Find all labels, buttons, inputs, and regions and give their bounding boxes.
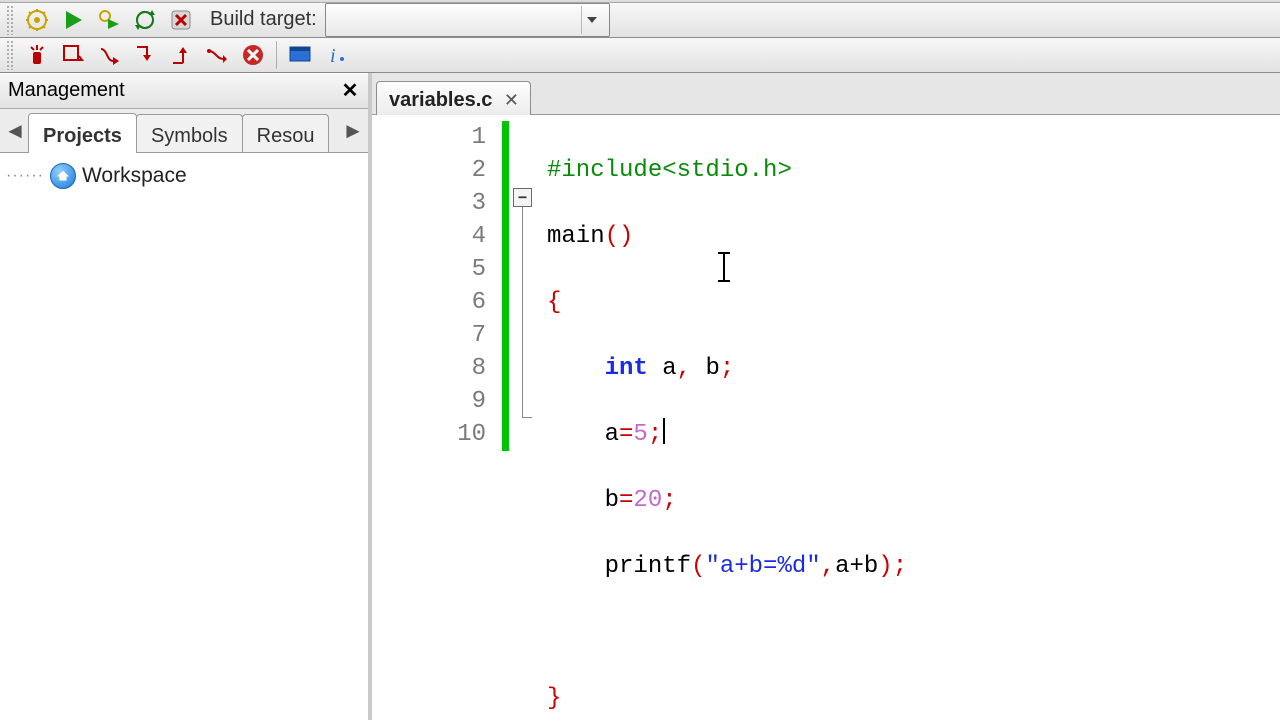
tok-eq: = bbox=[619, 421, 633, 448]
info-button[interactable]: i bbox=[319, 38, 353, 72]
fold-toggle[interactable]: − bbox=[513, 188, 532, 207]
tab-projects[interactable]: Projects bbox=[28, 113, 137, 153]
fold-guide-end bbox=[522, 417, 532, 418]
close-icon[interactable]: ✕ bbox=[338, 79, 362, 103]
step-out-button[interactable] bbox=[164, 38, 198, 72]
editor-tabstrip: variables.c ✕ bbox=[372, 73, 1280, 115]
tab-symbols[interactable]: Symbols bbox=[136, 114, 243, 152]
tab-projects-label: Projects bbox=[43, 125, 122, 148]
management-titlebar[interactable]: Management ✕ bbox=[0, 73, 368, 109]
close-icon[interactable]: ✕ bbox=[502, 91, 520, 109]
line-number: 4 bbox=[372, 220, 486, 253]
toolbar-separator bbox=[276, 41, 277, 69]
projects-tree[interactable]: ······ Workspace bbox=[0, 153, 368, 720]
line-number: 10 bbox=[372, 418, 486, 451]
build-target-select[interactable] bbox=[325, 3, 610, 37]
step-into-button[interactable] bbox=[128, 38, 162, 72]
tok-rparen: ) bbox=[878, 553, 892, 580]
management-title-label: Management bbox=[8, 79, 125, 102]
tok-number: 5 bbox=[633, 421, 647, 448]
tab-symbols-label: Symbols bbox=[151, 125, 228, 148]
debug-start-button[interactable] bbox=[20, 38, 54, 72]
line-number: 2 bbox=[372, 154, 486, 187]
build-target-label: Build target: bbox=[210, 8, 317, 31]
line-number: 7 bbox=[372, 319, 486, 352]
tok-expr: a+b bbox=[835, 553, 878, 580]
debugging-windows-button[interactable] bbox=[283, 38, 317, 72]
line-number: 3 bbox=[372, 187, 486, 220]
workspace-icon bbox=[50, 163, 76, 189]
tok-semi: ; bbox=[893, 553, 907, 580]
tab-scroll-left[interactable]: ◄ bbox=[2, 110, 28, 152]
toolbar-grip[interactable] bbox=[6, 5, 14, 35]
tok-type: int bbox=[605, 355, 648, 382]
tok-brace-open: { bbox=[547, 289, 561, 316]
tok-lparen: ( bbox=[691, 553, 705, 580]
debug-toolbar: i bbox=[0, 38, 1280, 73]
tok-string: "a+b=%d" bbox=[705, 553, 820, 580]
tok-semi: ; bbox=[648, 421, 662, 448]
run-to-cursor-button[interactable] bbox=[56, 38, 90, 72]
text-cursor-icon bbox=[723, 253, 725, 281]
chevron-down-icon bbox=[581, 6, 603, 34]
tok-ident: a bbox=[648, 355, 677, 382]
tok-header: <stdio.h> bbox=[662, 157, 792, 184]
tok-semi: ; bbox=[662, 487, 676, 514]
line-number: 1 bbox=[372, 121, 486, 154]
toolbar-grip-2[interactable] bbox=[6, 40, 14, 70]
tok-comma: , bbox=[677, 355, 691, 382]
code-editor[interactable]: 1 2 3 4 5 6 7 8 9 10 − #include<stdio.h>… bbox=[372, 115, 1280, 720]
tok-ident: b bbox=[691, 355, 720, 382]
tab-resources-label: Resou bbox=[257, 125, 315, 148]
line-number: 8 bbox=[372, 352, 486, 385]
workspace-label: Workspace bbox=[82, 164, 187, 188]
next-instruction-button[interactable] bbox=[200, 38, 234, 72]
text-caret bbox=[663, 418, 665, 444]
management-panel: Management ✕ ◄ Projects Symbols Resou ► … bbox=[0, 73, 372, 720]
line-number: 9 bbox=[372, 385, 486, 418]
next-line-button[interactable] bbox=[92, 38, 126, 72]
tab-scroll-right[interactable]: ► bbox=[340, 110, 366, 152]
tok-comma: , bbox=[821, 553, 835, 580]
main-split: Management ✕ ◄ Projects Symbols Resou ► … bbox=[0, 73, 1280, 720]
tok-main: main bbox=[547, 223, 605, 250]
line-number: 5 bbox=[372, 253, 486, 286]
tok-preprocessor: #include bbox=[547, 157, 662, 184]
tok-ident: b bbox=[605, 487, 619, 514]
line-number-gutter: 1 2 3 4 5 6 7 8 9 10 bbox=[372, 115, 502, 720]
tok-semi: ; bbox=[720, 355, 734, 382]
code-text[interactable]: #include<stdio.h> main() { int a, b; a=5… bbox=[541, 115, 1280, 720]
line-number: 6 bbox=[372, 286, 486, 319]
fold-guide bbox=[522, 207, 523, 417]
tab-resources[interactable]: Resou bbox=[242, 114, 330, 152]
workspace-node[interactable]: ······ Workspace bbox=[6, 161, 362, 191]
fold-column: − bbox=[509, 115, 541, 720]
abort-button[interactable] bbox=[164, 3, 198, 37]
editor-tab-title: variables.c bbox=[389, 89, 492, 112]
tok-number: 20 bbox=[633, 487, 662, 514]
build-button[interactable] bbox=[20, 3, 54, 37]
editor-area: variables.c ✕ 1 2 3 4 5 6 7 8 9 10 − bbox=[372, 73, 1280, 720]
tok-eq: = bbox=[619, 487, 633, 514]
tok-parens: () bbox=[605, 223, 634, 250]
build-and-run-button[interactable] bbox=[92, 3, 126, 37]
tok-fn-name: printf bbox=[605, 553, 691, 580]
tree-connector: ······ bbox=[6, 167, 44, 185]
change-marker-bar bbox=[502, 121, 509, 451]
stop-debugger-button[interactable] bbox=[236, 38, 270, 72]
editor-tab-variables[interactable]: variables.c ✕ bbox=[376, 81, 531, 115]
tok-brace-close: } bbox=[547, 685, 561, 712]
svg-text:i: i bbox=[330, 45, 336, 67]
rebuild-button[interactable] bbox=[128, 3, 162, 37]
run-button[interactable] bbox=[56, 3, 90, 37]
management-tabstrip: ◄ Projects Symbols Resou ► bbox=[0, 109, 368, 153]
build-toolbar: Build target: bbox=[0, 3, 1280, 38]
tok-ident: a bbox=[605, 421, 619, 448]
